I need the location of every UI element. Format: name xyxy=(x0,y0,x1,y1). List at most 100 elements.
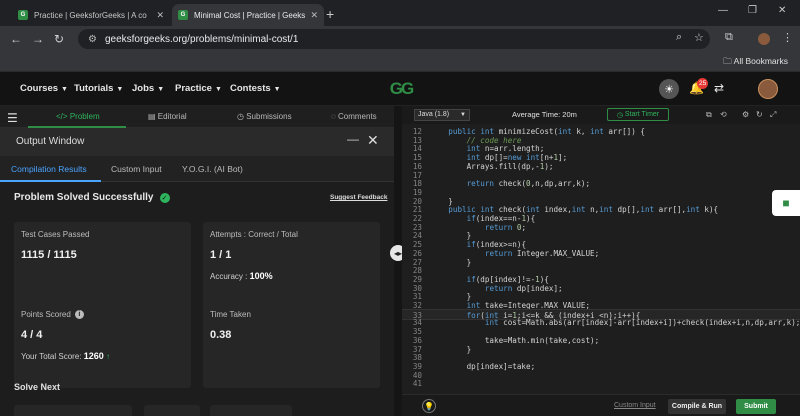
reset-icon[interactable]: ⟲ xyxy=(720,110,727,119)
refresh-icon[interactable]: ↻ xyxy=(756,110,763,119)
notification-badge: 25 xyxy=(697,78,709,89)
attempts-label: Attempts : Correct / Total xyxy=(210,230,298,239)
hamburger-menu-icon[interactable]: ☰ xyxy=(7,111,18,125)
time-value: 0.38 xyxy=(210,329,232,341)
submit-button[interactable]: Submit xyxy=(736,399,776,414)
minimize-window-icon[interactable]: — xyxy=(718,5,728,16)
profile-avatar-icon[interactable] xyxy=(758,33,770,45)
output-window-title: Output Window xyxy=(16,136,85,147)
gfg-favicon-icon: G xyxy=(178,10,188,20)
close-window-icon[interactable]: ✕ xyxy=(778,5,786,16)
points-label: Points Scored i xyxy=(21,310,84,320)
gfg-logo[interactable]: GG xyxy=(381,78,421,100)
editor-toolbar: Java (1.8) ▼ Average Time: 20m ◷ Start Ti… xyxy=(402,106,800,124)
start-timer-button[interactable]: ◷ Start Timer xyxy=(607,108,669,121)
menu-tutorials[interactable]: Tutorials ▼ xyxy=(74,83,123,94)
tab-custom-input[interactable]: Custom Input xyxy=(111,164,162,174)
extensions-icon[interactable]: ⧉ xyxy=(725,31,733,44)
code-line[interactable]: 41 xyxy=(402,378,800,389)
browser-tab-bar: G Practice | GeeksforGeeks | A co ✕ G Mi… xyxy=(0,0,800,26)
new-tab-icon[interactable]: + xyxy=(326,6,334,22)
test-cases-value: 1115 / 1115 xyxy=(21,249,77,261)
site-header: Courses ▼ Tutorials ▼ Jobs ▼ Practice ▼ Cont… xyxy=(0,72,800,106)
all-bookmarks[interactable]: 🗀 All Bookmarks xyxy=(723,56,788,70)
close-panel-icon[interactable]: ✕ xyxy=(367,132,379,149)
browser-tab-minimal-cost[interactable]: G Minimal Cost | Practice | Geeks ✕ xyxy=(172,4,324,26)
points-value: 4 / 4 xyxy=(21,329,43,341)
tab-submissions[interactable]: ◷ Submissions xyxy=(237,112,292,121)
total-score-value: 1260 xyxy=(83,351,104,361)
compile-run-button[interactable]: Compile & Run xyxy=(668,399,726,414)
panel-splitter[interactable] xyxy=(394,106,402,416)
back-icon[interactable]: ← xyxy=(10,32,22,46)
check-circle-icon: ✓ xyxy=(159,192,170,203)
line-number: 41 xyxy=(412,379,422,389)
forward-icon[interactable]: → xyxy=(32,32,44,46)
minimize-panel-icon[interactable]: — xyxy=(347,132,359,146)
more-menu-icon[interactable]: ⋮ xyxy=(782,31,793,44)
total-score: Your Total Score: 1260 ↑ xyxy=(21,351,110,361)
restore-window-icon[interactable]: ❐ xyxy=(748,5,757,16)
code-icon: </> xyxy=(56,112,68,121)
comment-icon: ◌ xyxy=(331,112,336,121)
site-info-icon[interactable]: ⚙ xyxy=(88,34,97,45)
zoom-icon[interactable]: ⌕ xyxy=(676,31,682,44)
translate-icon[interactable]: ⇄ xyxy=(714,81,724,95)
reload-icon[interactable]: ↻ xyxy=(54,32,64,46)
average-time: Average Time: 20m xyxy=(512,110,577,119)
output-tabs: Compilation Results Custom Input Y.O.G.I… xyxy=(0,156,394,182)
menu-contests[interactable]: Contests ▼ xyxy=(230,83,281,94)
theme-toggle-icon[interactable]: ☀ xyxy=(659,79,679,99)
tab-comments[interactable]: ◌ Comments xyxy=(331,112,377,121)
url-text: geeksforgeeks.org/problems/minimal-cost/… xyxy=(104,33,299,45)
bookmark-star-icon[interactable]: ☆ xyxy=(694,31,704,44)
tab-compilation-results[interactable]: Compilation Results xyxy=(11,164,87,174)
chevron-down-icon: ▼ xyxy=(157,86,165,93)
language-value: Java (1.8) xyxy=(418,111,450,118)
browser-tab-practice[interactable]: G Practice | GeeksforGeeks | A co ✕ xyxy=(12,4,170,26)
test-cases-label: Test Cases Passed xyxy=(21,230,90,239)
menu-courses[interactable]: Courses ▼ xyxy=(20,83,68,94)
screen: G Practice | GeeksforGeeks | A co ✕ G Mi… xyxy=(0,0,800,416)
lightbulb-icon[interactable]: 💡 xyxy=(422,399,436,413)
url-field[interactable]: ⚙ geeksforgeeks.org/problems/minimal-cos… xyxy=(78,29,710,49)
compilation-results: Problem Solved Successfully ✓ Suggest Fe… xyxy=(0,182,399,416)
menu-label: Contests xyxy=(230,83,271,94)
tab-problem[interactable]: </> Problem xyxy=(56,112,100,121)
next-problem-card[interactable] xyxy=(14,405,132,416)
accuracy-label: Accuracy : xyxy=(210,272,248,281)
custom-input-link[interactable]: Custom Input xyxy=(614,402,656,409)
user-avatar[interactable] xyxy=(758,79,778,99)
points-card: Points Scored i 4 / 4 Your Total Score: 1… xyxy=(14,302,191,388)
status-message: Problem Solved Successfully ✓ xyxy=(14,192,170,203)
close-tab-icon[interactable]: ✕ xyxy=(310,10,318,21)
code-area[interactable]: 12 public int minimizeCost(int k, int ar… xyxy=(402,126,800,394)
tab-yogi-ai-bot[interactable]: Y.O.G.I. (AI Bot) xyxy=(182,164,243,174)
language-select[interactable]: Java (1.8) ▼ xyxy=(414,109,470,121)
chat-button[interactable]: ■ xyxy=(772,190,800,216)
menu-label: Practice xyxy=(175,83,212,94)
time-label: Time Taken xyxy=(210,310,251,319)
fullscreen-icon[interactable]: ⤢ xyxy=(770,110,776,120)
menu-jobs[interactable]: Jobs ▼ xyxy=(132,83,164,94)
problem-nav: ☰ </> Problem ▤ Editorial ◷ Submissions … xyxy=(0,106,394,128)
copy-icon[interactable]: ⧉ xyxy=(706,110,712,120)
timer-label: Start Timer xyxy=(624,111,660,118)
address-bar-row: ← → ↻ ⚙ geeksforgeeks.org/problems/minim… xyxy=(0,26,800,52)
chevron-down-icon: ▼ xyxy=(214,86,222,93)
next-problem-card[interactable] xyxy=(144,405,200,416)
info-icon[interactable]: i xyxy=(74,310,84,320)
tab-label: Comments xyxy=(338,112,377,121)
tab-label: Submissions xyxy=(246,112,292,121)
suggest-feedback-link[interactable]: Suggest Feedback xyxy=(330,194,387,201)
settings-icon[interactable]: ⚙ xyxy=(742,110,749,119)
close-tab-icon[interactable]: ✕ xyxy=(156,10,164,21)
menu-practice[interactable]: Practice ▼ xyxy=(175,83,222,94)
history-icon: ◷ xyxy=(237,112,244,121)
menu-label: Tutorials xyxy=(74,83,114,94)
code-editor: Java (1.8) ▼ Average Time: 20m ◷ Start Ti… xyxy=(402,106,800,416)
tab-editorial[interactable]: ▤ Editorial xyxy=(148,112,187,121)
time-card: Time Taken 0.38 xyxy=(203,302,380,388)
tab-label: Editorial xyxy=(157,112,187,121)
next-problem-card[interactable] xyxy=(210,405,292,416)
